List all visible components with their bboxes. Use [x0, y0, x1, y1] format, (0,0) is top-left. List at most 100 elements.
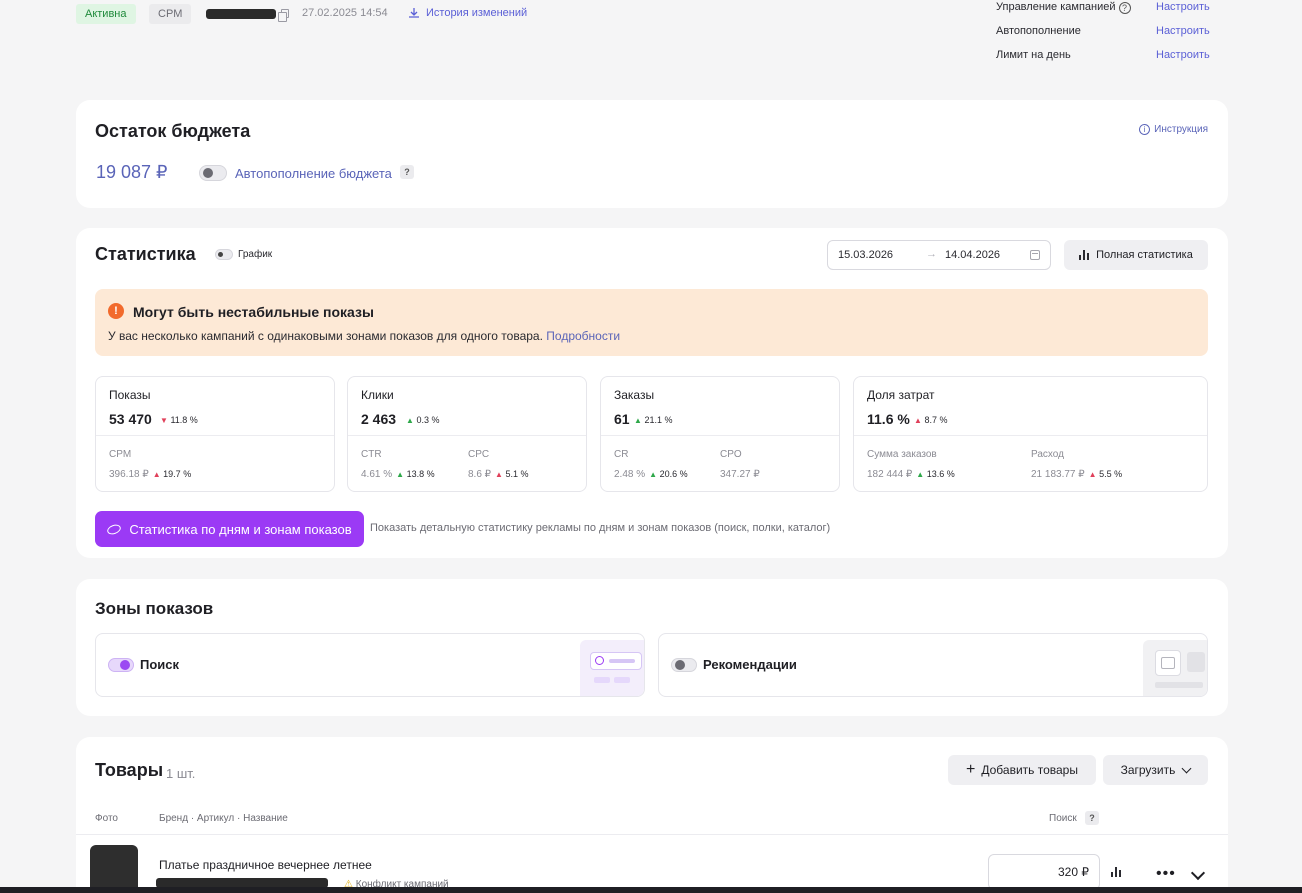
- column-header-search[interactable]: Поиск: [1049, 813, 1077, 824]
- statistics-card: Статистика График 15.03.2026 → 14.04.202…: [76, 228, 1228, 558]
- full-statistics-button[interactable]: Полная статистика: [1064, 240, 1208, 270]
- zone-recommendations-toggle[interactable]: [671, 658, 697, 672]
- zone-search-toggle[interactable]: [108, 658, 134, 672]
- warning-icon: !: [108, 303, 124, 319]
- metric-orders: Заказы 61 ▲ 21.1 % CR 2.48 % ▲ 20.6 % CPO…: [600, 376, 840, 492]
- help-icon[interactable]: ?: [400, 165, 414, 179]
- settings-row-daily-limit: Лимит на день Настроить: [996, 49, 1216, 65]
- sub-metric-label: CPO: [720, 449, 742, 460]
- zone-recommendations[interactable]: Рекомендации: [658, 633, 1208, 697]
- date-to: 14.04.2026: [945, 249, 1001, 261]
- budget-amount: 19 087 ₽: [96, 162, 168, 182]
- full-statistics-label: Полная статистика: [1096, 249, 1193, 261]
- help-icon[interactable]: ?: [1118, 2, 1131, 14]
- search-bid-input[interactable]: 320 ₽: [988, 854, 1100, 890]
- sub-metric-spend: Расход 21 183.77 ₽ ▲ 5.5 %: [1031, 449, 1123, 480]
- configure-link[interactable]: Настроить: [1156, 49, 1210, 61]
- product-name[interactable]: Платье праздничное вечернее летнее: [159, 858, 372, 872]
- graph-toggle[interactable]: [215, 249, 233, 260]
- more-options-icon[interactable]: •••: [1156, 865, 1176, 883]
- column-header-brand: Бренд · Артикул · Название: [159, 813, 288, 824]
- sub-metric-label: CR: [614, 449, 629, 460]
- zone-label: Рекомендации: [703, 657, 797, 672]
- instruction-link[interactable]: i Инструкция: [1139, 124, 1208, 135]
- campaign-header: Активна CPM 27.02.2025 14:54 История изм…: [0, 0, 1302, 90]
- expand-row-icon[interactable]: [1190, 865, 1206, 881]
- history-link[interactable]: История изменений: [408, 7, 527, 19]
- configure-link[interactable]: Настроить: [1156, 25, 1210, 37]
- metric-cost-share: Доля затрат 11.6 % ▲ 8.7 % Сумма заказов…: [853, 376, 1208, 492]
- daily-statistics-hint: Показать детальную статистику рекламы по…: [370, 522, 831, 534]
- search-illustration-icon: [580, 640, 644, 696]
- metric-delta: ▲ 0.3 %: [406, 415, 440, 425]
- zones-card: Зоны показов Поиск Рекомендации: [76, 579, 1228, 716]
- budget-title: Остаток бюджета: [95, 121, 251, 141]
- metric-value: 2 463: [361, 411, 397, 427]
- sub-metric-cr: CR 2.48 % ▲ 20.6 %: [614, 449, 688, 480]
- trend-up-icon: ▲: [634, 416, 642, 425]
- product-photo[interactable]: [90, 845, 138, 893]
- sub-metric-label: CPM: [109, 449, 132, 460]
- column-header-photo: Фото: [95, 813, 118, 824]
- add-goods-button[interactable]: + Добавить товары: [948, 755, 1096, 785]
- settings-row-campaign-management: Управление кампанией? Настроить: [996, 1, 1216, 17]
- metric-delta: ▼ 11.8 %: [160, 415, 198, 425]
- warning-banner: ! Могут быть нестабильные показы У вас н…: [95, 289, 1208, 356]
- sub-metric-ctr: CTR 4.61 % ▲ 13.8 %: [361, 449, 435, 480]
- campaign-type-badge: CPM: [149, 4, 192, 24]
- campaign-created-datetime: 27.02.2025 14:54: [302, 7, 388, 19]
- bar-chart-icon: [1079, 250, 1090, 260]
- calendar-icon: [1030, 250, 1040, 260]
- zone-search[interactable]: Поиск: [95, 633, 645, 697]
- copy-icon[interactable]: [278, 9, 289, 22]
- info-icon: i: [1139, 124, 1151, 135]
- help-icon[interactable]: ?: [1085, 811, 1099, 825]
- sub-metric-label: Сумма заказов: [867, 449, 937, 460]
- autorefill-budget-link[interactable]: Автопополнение бюджета: [235, 166, 392, 181]
- trend-up-icon: ▲: [406, 416, 414, 425]
- sub-metric-label: CPC: [468, 449, 490, 460]
- warning-text: У вас несколько кампаний с одинаковыми з…: [108, 329, 620, 343]
- trend-down-icon: ▲: [914, 416, 922, 425]
- goods-title: Товары: [95, 760, 164, 780]
- date-from: 15.03.2026: [838, 249, 894, 261]
- instruction-label: Инструкция: [1154, 124, 1208, 135]
- status-badge: Активна: [76, 4, 136, 24]
- settings-label: Автопополнение: [996, 25, 1081, 37]
- sub-metric-label: Расход: [1031, 449, 1064, 460]
- redacted-campaign-id: [206, 9, 276, 19]
- date-range-picker[interactable]: 15.03.2026 → 14.04.2026: [827, 240, 1051, 270]
- warning-title: Могут быть нестабильные показы: [133, 304, 374, 320]
- sub-metric-orders-sum: Сумма заказов 182 444 ₽ ▲ 13.6 %: [867, 449, 955, 480]
- sub-metric-cpc: CPC 8.6 ₽ ▲ 5.1 %: [468, 449, 529, 480]
- budget-card: Остаток бюджета i Инструкция 19 087 ₽ Ав…: [76, 100, 1228, 208]
- metric-title: Клики: [361, 388, 394, 402]
- metric-title: Заказы: [614, 388, 655, 402]
- configure-link[interactable]: Настроить: [1156, 1, 1210, 13]
- history-link-label: История изменений: [426, 7, 528, 19]
- statistics-title: Статистика: [95, 244, 196, 264]
- screen-bottom-edge: [0, 887, 1302, 893]
- arrow-right-icon: →: [926, 248, 937, 260]
- load-dropdown-button[interactable]: Загрузить: [1103, 755, 1208, 785]
- warning-text-body: У вас несколько кампаний с одинаковыми з…: [108, 329, 543, 343]
- sub-metric-label: CTR: [361, 449, 382, 460]
- recommendations-illustration-icon: [1143, 640, 1207, 696]
- metric-delta: ▲ 8.7 %: [914, 415, 948, 425]
- metric-title: Показы: [109, 388, 151, 402]
- metric-title: Доля затрат: [867, 388, 935, 402]
- bar-chart-icon[interactable]: [1111, 867, 1122, 877]
- settings-label: Лимит на день: [996, 49, 1071, 61]
- sub-metric-cpo: CPO 347.27 ₽: [720, 449, 760, 480]
- plus-icon: +: [966, 761, 976, 778]
- chevron-down-icon: [1181, 763, 1192, 773]
- autorefill-toggle[interactable]: [199, 165, 227, 181]
- load-label: Загрузить: [1120, 763, 1176, 777]
- graph-toggle-label: График: [238, 249, 273, 260]
- download-icon: [409, 8, 419, 18]
- metric-clicks: Клики 2 463 ▲ 0.3 % CTR 4.61 % ▲ 13.8 % C…: [347, 376, 587, 492]
- zone-label: Поиск: [140, 657, 180, 672]
- daily-statistics-button[interactable]: Статистика по дням и зонам показов: [95, 511, 364, 547]
- details-link[interactable]: Подробности: [546, 329, 620, 343]
- eye-icon: [106, 522, 123, 536]
